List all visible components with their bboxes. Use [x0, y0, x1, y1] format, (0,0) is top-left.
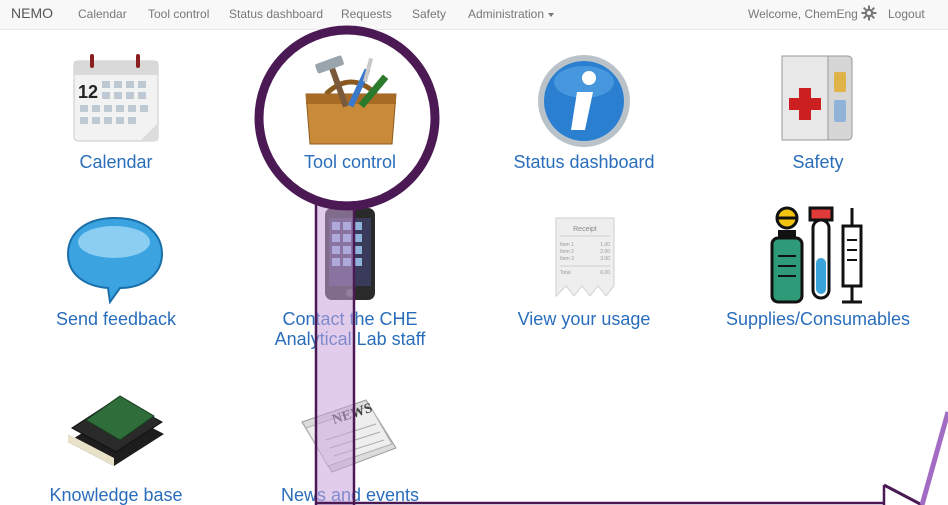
tile-tool-control-label[interactable]: Tool control	[235, 152, 465, 172]
welcome-text: Welcome, ChemEng	[748, 7, 858, 21]
receipt-row-value: 2.00	[600, 249, 610, 255]
receipt-row-label: Item 3	[560, 256, 574, 262]
nav-administration-dropdown[interactable]: Administration	[468, 7, 555, 21]
logout-link[interactable]: Logout	[888, 7, 925, 21]
nav-tool-control[interactable]: Tool control	[148, 7, 209, 21]
receipt-row-value: 1.00	[600, 242, 610, 248]
annotation-arrow-shaft	[919, 411, 948, 505]
tile-contact-staff-label[interactable]: Contact the CHE	[235, 309, 465, 329]
calendar-day-number: 12	[78, 82, 98, 102]
top-navbar: NEMO Calendar Tool control Status dashbo…	[0, 0, 948, 30]
tile-send-feedback-label[interactable]: Send feedback	[1, 309, 231, 329]
nav-status-dashboard[interactable]: Status dashboard	[229, 7, 323, 21]
receipt-row-label: Item 1	[560, 242, 574, 248]
tile-contact-staff-label-line2[interactable]: Analytical Lab staff	[235, 329, 465, 349]
phone-icon	[325, 208, 375, 300]
tile-view-usage-label[interactable]: View your usage	[469, 309, 699, 329]
nav-safety[interactable]: Safety	[412, 7, 446, 21]
tile-calendar-label[interactable]: Calendar	[1, 152, 231, 172]
nav-requests[interactable]: Requests	[341, 7, 392, 21]
receipt-title: Receipt	[573, 226, 597, 233]
toolbox-icon	[305, 55, 397, 145]
newspaper-icon: NEWS	[301, 399, 397, 473]
nav-administration-label: Administration	[468, 7, 545, 21]
brand-link[interactable]: NEMO	[11, 5, 53, 21]
arrow-head	[883, 483, 923, 505]
first-aid-cabinet-icon	[781, 55, 853, 141]
tile-knowledge-base-label[interactable]: Knowledge base	[1, 485, 231, 505]
tile-status-dashboard-label[interactable]: Status dashboard	[469, 152, 699, 172]
receipt-row-label: Item 2	[560, 249, 574, 255]
medical-supplies-icon	[770, 206, 863, 304]
info-icon	[538, 55, 630, 147]
receipt-icon: Receipt Item 1 1.00 Item 2 2.00 Item 3 3…	[555, 217, 615, 298]
gear-icon[interactable]	[861, 5, 877, 24]
tile-safety-label[interactable]: Safety	[703, 152, 933, 172]
nav-calendar[interactable]: Calendar	[78, 7, 127, 21]
books-icon	[68, 395, 164, 466]
receipt-total-label: Total	[560, 270, 571, 276]
calendar-icon: 12	[73, 54, 159, 142]
speech-bubble-icon	[66, 216, 164, 304]
tile-news-events-label[interactable]: News and events	[235, 485, 465, 505]
caret-down-icon	[548, 12, 555, 17]
receipt-total-value: 6.00	[600, 270, 610, 276]
tile-supplies-label[interactable]: Supplies/Consumables	[703, 309, 933, 329]
receipt-row-value: 3.00	[600, 256, 610, 262]
